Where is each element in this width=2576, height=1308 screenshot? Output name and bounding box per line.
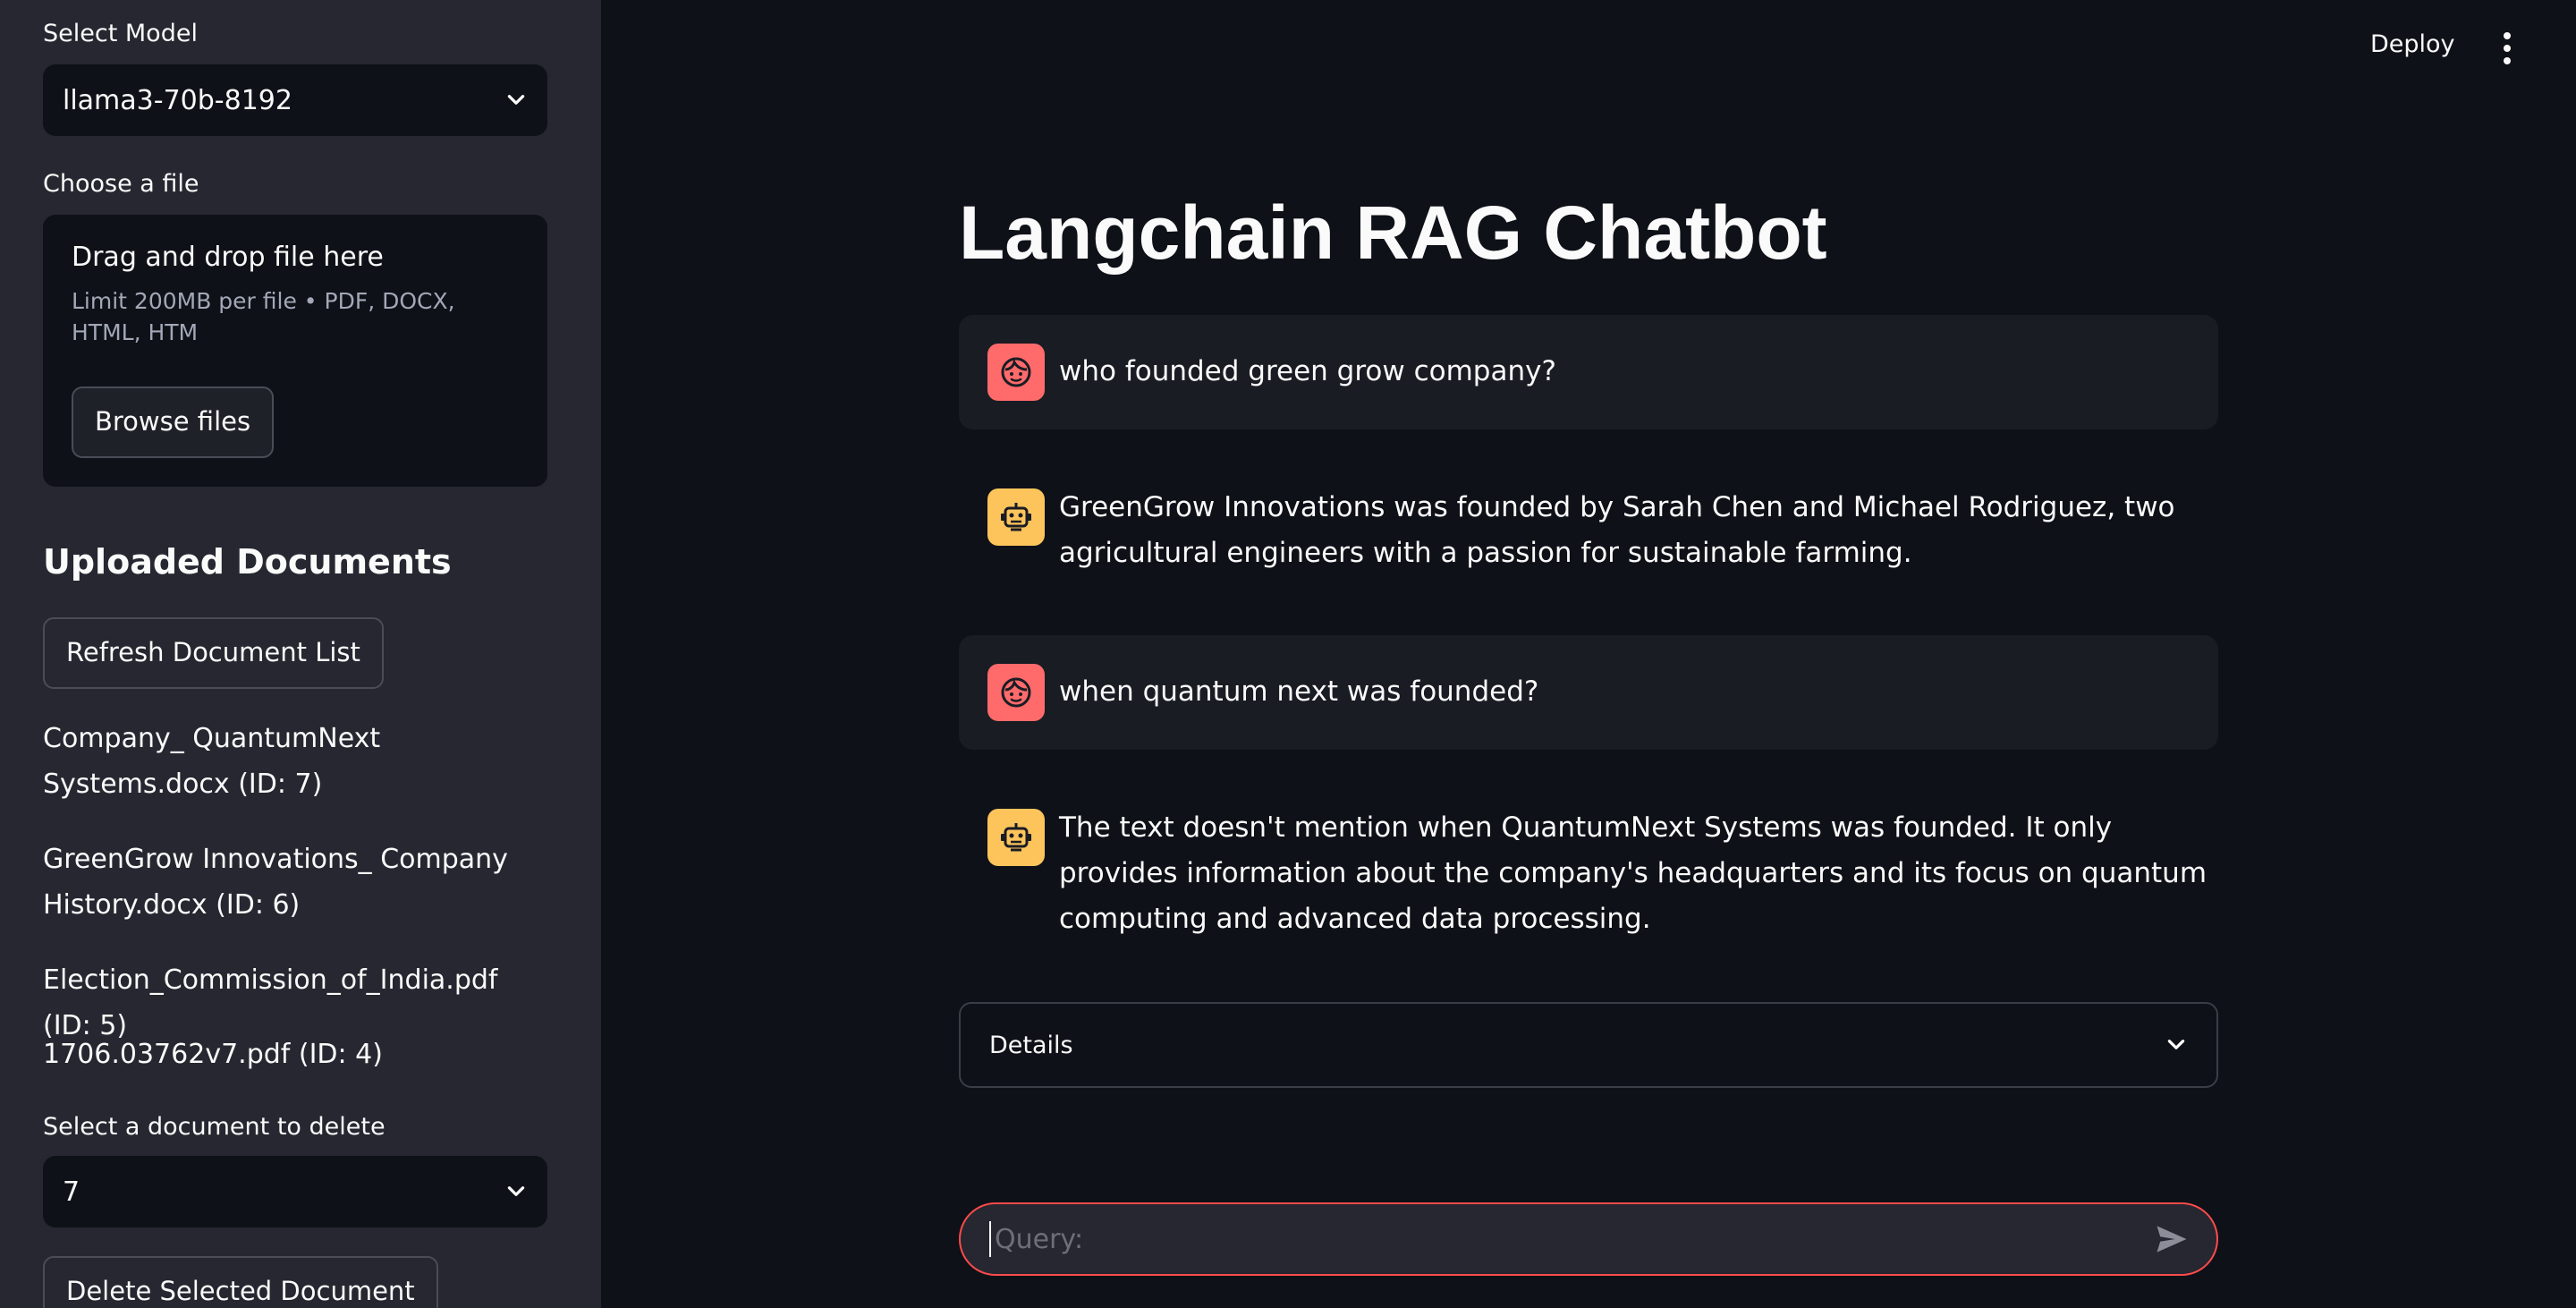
- dropzone-limit: Limit 200MB per file • PDF, DOCX, HTML, …: [72, 288, 455, 345]
- browse-files-button[interactable]: Browse files: [72, 386, 275, 458]
- send-icon[interactable]: [2152, 1219, 2191, 1259]
- file-dropzone[interactable]: Drag and drop file here Limit 200MB per …: [43, 215, 547, 487]
- model-select-label: Select Model: [43, 20, 198, 47]
- chat-message-assistant: GreenGrow Innovations was founded by Sar…: [959, 458, 2218, 592]
- uploaded-documents-heading: Uploaded Documents: [43, 542, 452, 582]
- chat-input-container: [959, 1202, 2218, 1276]
- message-text: GreenGrow Innovations was founded by Sar…: [1059, 491, 2175, 569]
- message-text: who founded green grow company?: [1059, 355, 1556, 387]
- chat-message-user: who founded green grow company?: [959, 315, 2218, 429]
- document-item: 1706.03762v7.pdf (ID: 4): [43, 1039, 383, 1070]
- delete-select-value: 7: [63, 1176, 80, 1208]
- message-text: when quantum next was founded?: [1059, 675, 1539, 708]
- delete-document-select[interactable]: 7: [43, 1156, 547, 1227]
- file-uploader-label: Choose a file: [43, 170, 199, 198]
- deploy-button[interactable]: Deploy: [2370, 30, 2455, 58]
- sidebar: Select Model llama3-70b-8192 Choose a fi…: [0, 0, 601, 1308]
- text-caret: [989, 1221, 991, 1257]
- chevron-down-icon: [504, 1180, 528, 1203]
- robot-icon: [987, 488, 1045, 546]
- delete-select-label: Select a document to delete: [43, 1113, 386, 1141]
- dropzone-title: Drag and drop file here: [72, 242, 384, 273]
- robot-icon: [987, 809, 1045, 866]
- refresh-document-list-button[interactable]: Refresh Document List: [43, 617, 384, 689]
- page-title: Langchain RAG Chatbot: [959, 191, 1827, 275]
- face-icon: [987, 344, 1045, 401]
- document-item: GreenGrow Innovations_ Company History.d…: [43, 844, 508, 921]
- document-item: Company_ QuantumNext Systems.docx (ID: 7…: [43, 723, 381, 800]
- details-label: Details: [989, 1031, 1073, 1059]
- face-icon: [987, 664, 1045, 721]
- details-expander[interactable]: Details: [959, 1002, 2218, 1088]
- kebab-menu-icon[interactable]: [2496, 30, 2519, 66]
- chevron-down-icon: [504, 89, 528, 112]
- delete-selected-document-button[interactable]: Delete Selected Document: [43, 1256, 438, 1308]
- model-select[interactable]: llama3-70b-8192: [43, 64, 547, 136]
- chat-message-assistant: The text doesn't mention when QuantumNex…: [959, 778, 2218, 957]
- message-text: The text doesn't mention when QuantumNex…: [1059, 811, 2207, 935]
- query-input[interactable]: [993, 1222, 2152, 1256]
- chevron-down-icon: [2165, 1033, 2188, 1057]
- model-select-value: llama3-70b-8192: [63, 84, 292, 116]
- chat-message-user: when quantum next was founded?: [959, 635, 2218, 750]
